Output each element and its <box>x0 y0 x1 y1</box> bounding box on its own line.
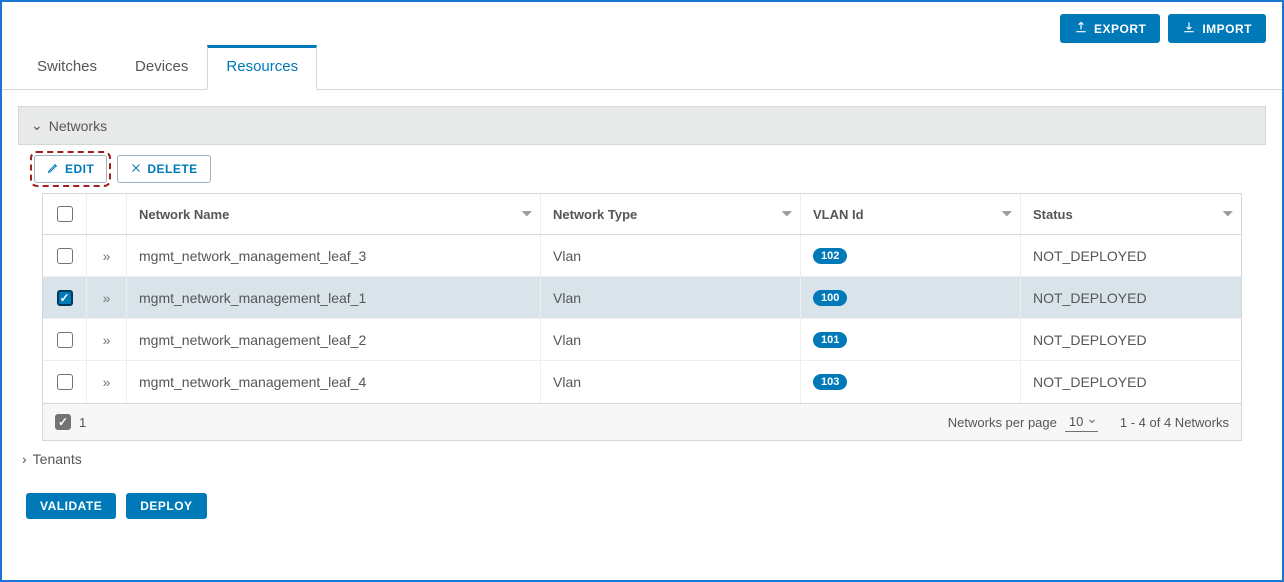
selected-count: 1 <box>79 415 86 430</box>
expand-header <box>87 194 127 234</box>
export-label: EXPORT <box>1094 22 1146 36</box>
cell-name: mgmt_network_management_leaf_3 <box>139 248 366 264</box>
col-header-name-label: Network Name <box>139 207 229 222</box>
tab-devices[interactable]: Devices <box>116 45 207 90</box>
cell-status: NOT_DEPLOYED <box>1033 374 1147 390</box>
col-header-name[interactable]: Network Name ⏷ <box>127 194 541 234</box>
per-page-select[interactable]: 10 <box>1065 412 1098 432</box>
table-footer: 1 Networks per page 10 1 - 4 of 4 Networ… <box>43 403 1241 440</box>
vlan-badge: 103 <box>813 374 847 390</box>
filter-icon[interactable]: ⏷ <box>1223 206 1233 222</box>
export-button[interactable]: EXPORT <box>1060 14 1160 43</box>
networks-title: Networks <box>49 118 107 134</box>
validate-button[interactable]: VALIDATE <box>26 493 116 519</box>
table-row[interactable]: » mgmt_network_management_leaf_1 Vlan 100 NO… <box>43 277 1241 319</box>
col-header-status-label: Status <box>1033 207 1073 222</box>
delete-button[interactable]: DELETE <box>117 155 210 183</box>
per-page-label: Networks per page <box>948 415 1057 430</box>
expand-icon[interactable]: » <box>103 290 111 306</box>
close-icon <box>130 162 142 177</box>
table-row[interactable]: » mgmt_network_management_leaf_3 Vlan 102 NO… <box>43 235 1241 277</box>
chevron-down-icon: ⌄ <box>31 117 43 134</box>
top-toolbar: EXPORT IMPORT <box>2 2 1282 43</box>
vlan-badge: 102 <box>813 248 847 264</box>
col-header-type[interactable]: Network Type ⏷ <box>541 194 801 234</box>
vlan-badge: 101 <box>813 332 847 348</box>
cell-type: Vlan <box>553 290 581 306</box>
select-all-cell <box>43 194 87 234</box>
download-icon <box>1182 20 1196 37</box>
content-area: ⌄ Networks EDIT DELETE Network Name ⏷ <box>2 90 1282 551</box>
row-checkbox[interactable] <box>57 332 73 348</box>
tab-resources[interactable]: Resources <box>207 45 317 90</box>
tenants-panel-header[interactable]: › Tenants <box>18 441 1266 477</box>
table-header: Network Name ⏷ Network Type ⏷ VLAN Id ⏷ … <box>43 194 1241 235</box>
tenants-title: Tenants <box>33 451 82 467</box>
cell-name: mgmt_network_management_leaf_1 <box>139 290 366 306</box>
cell-status: NOT_DEPLOYED <box>1033 332 1147 348</box>
networks-toolbar: EDIT DELETE <box>18 145 1266 193</box>
cell-status: NOT_DEPLOYED <box>1033 248 1147 264</box>
pagination-range: 1 - 4 of 4 Networks <box>1120 415 1229 430</box>
tab-bar: Switches Devices Resources <box>2 45 1282 90</box>
row-checkbox[interactable] <box>57 290 73 306</box>
table-row[interactable]: » mgmt_network_management_leaf_4 Vlan 103 NO… <box>43 361 1241 403</box>
deploy-button[interactable]: DEPLOY <box>126 493 206 519</box>
tab-switches[interactable]: Switches <box>18 45 116 90</box>
row-checkbox[interactable] <box>57 248 73 264</box>
edit-label: EDIT <box>65 162 94 176</box>
chevron-right-icon: › <box>22 451 27 467</box>
expand-icon[interactable]: » <box>103 374 111 390</box>
cell-name: mgmt_network_management_leaf_4 <box>139 374 366 390</box>
networks-table: Network Name ⏷ Network Type ⏷ VLAN Id ⏷ … <box>42 193 1242 441</box>
pencil-icon <box>47 161 60 177</box>
deploy-label: DEPLOY <box>140 499 192 513</box>
col-header-type-label: Network Type <box>553 207 637 222</box>
select-all-checkbox[interactable] <box>57 206 73 222</box>
table-row[interactable]: » mgmt_network_management_leaf_2 Vlan 101 NO… <box>43 319 1241 361</box>
delete-label: DELETE <box>147 162 197 176</box>
cell-type: Vlan <box>553 374 581 390</box>
upload-icon <box>1074 20 1088 37</box>
expand-icon[interactable]: » <box>103 248 111 264</box>
filter-icon[interactable]: ⏷ <box>1002 206 1012 222</box>
import-button[interactable]: IMPORT <box>1168 14 1266 43</box>
col-header-vlan[interactable]: VLAN Id ⏷ <box>801 194 1021 234</box>
col-header-status[interactable]: Status ⏷ <box>1021 194 1241 234</box>
validate-label: VALIDATE <box>40 499 102 513</box>
vlan-badge: 100 <box>813 290 847 306</box>
footer-indeterminate-checkbox[interactable] <box>55 414 71 430</box>
cell-status: NOT_DEPLOYED <box>1033 290 1147 306</box>
expand-icon[interactable]: » <box>103 332 111 348</box>
cell-type: Vlan <box>553 332 581 348</box>
cell-name: mgmt_network_management_leaf_2 <box>139 332 366 348</box>
filter-icon[interactable]: ⏷ <box>782 206 792 222</box>
import-label: IMPORT <box>1202 22 1252 36</box>
networks-panel-header[interactable]: ⌄ Networks <box>18 106 1266 145</box>
col-header-vlan-label: VLAN Id <box>813 207 864 222</box>
edit-button[interactable]: EDIT <box>34 155 107 183</box>
cell-type: Vlan <box>553 248 581 264</box>
filter-icon[interactable]: ⏷ <box>522 206 532 222</box>
row-checkbox[interactable] <box>57 374 73 390</box>
footer-actions: VALIDATE DEPLOY <box>18 477 1266 535</box>
